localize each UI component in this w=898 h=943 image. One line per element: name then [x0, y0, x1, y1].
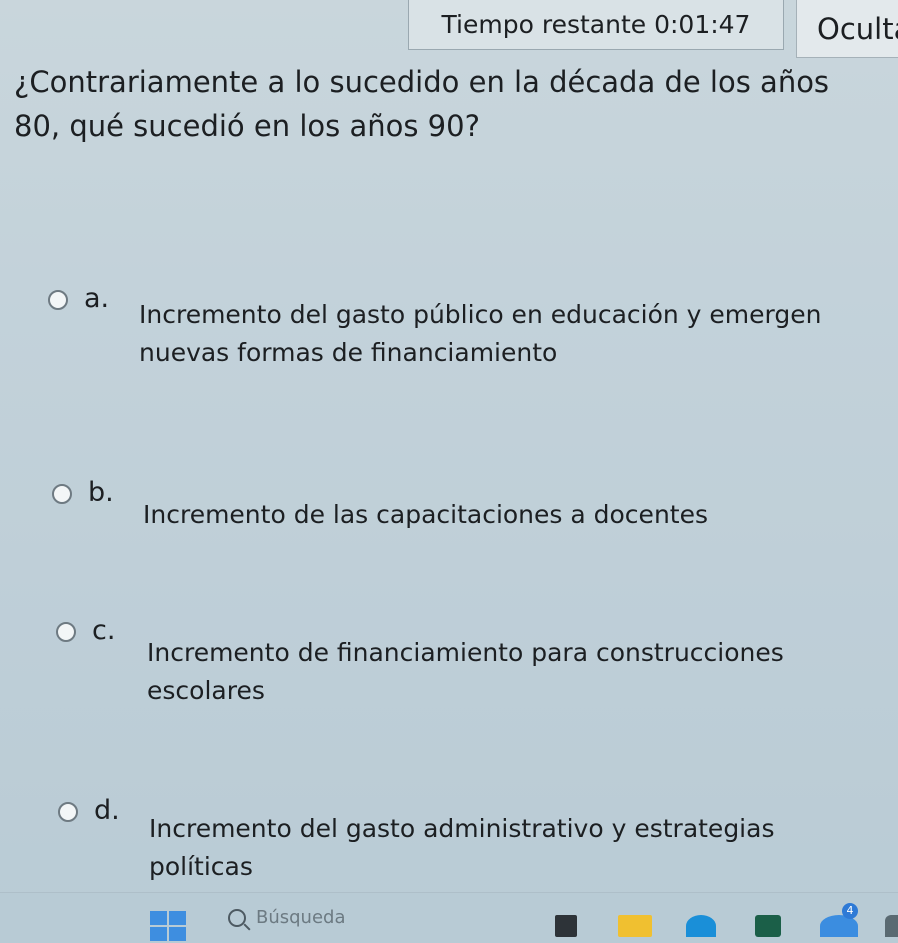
file-explorer-icon[interactable] — [618, 915, 652, 937]
option-letter: b. — [88, 477, 114, 508]
store-icon[interactable] — [755, 915, 781, 937]
windows-start-icon[interactable] — [150, 911, 186, 941]
radio-button[interactable] — [56, 622, 76, 642]
terminal-icon[interactable] — [555, 915, 577, 937]
taskbar: Búsqueda 4 — [0, 892, 898, 943]
timer-value: 0:01:47 — [654, 10, 751, 39]
radio-button[interactable] — [52, 484, 72, 504]
option-text: Incremento de financiamiento para constr… — [147, 638, 784, 705]
option-text: Incremento de las capacitaciones a docen… — [143, 500, 708, 529]
option-d[interactable]: d. Incremento del gasto administrativo y… — [58, 794, 878, 886]
taskbar-search[interactable]: Búsqueda — [228, 907, 346, 928]
option-letter: c. — [92, 615, 116, 646]
question-text: ¿Contrariamente a lo sucedido en la déca… — [14, 65, 830, 143]
option-b[interactable]: b. Incremento de las capacitaciones a do… — [52, 476, 882, 534]
option-c[interactable]: c. Incremento de financiamiento para con… — [56, 614, 876, 710]
hide-timer-button[interactable]: Oculta — [796, 0, 898, 58]
edge-icon[interactable] — [686, 915, 716, 937]
radio-button[interactable] — [58, 802, 78, 822]
option-letter: d. — [94, 795, 120, 826]
timer: Tiempo restante 0:01:47 — [408, 0, 784, 50]
option-text: Incremento del gasto público en educació… — [139, 300, 822, 367]
option-a[interactable]: a. Incremento del gasto público en educa… — [48, 282, 888, 372]
notification-badge: 4 — [842, 903, 858, 919]
radio-button[interactable] — [48, 290, 68, 310]
option-letter: a. — [84, 283, 110, 314]
search-icon — [228, 908, 246, 927]
app-icon[interactable] — [885, 915, 898, 937]
option-text: Incremento del gasto administrativo y es… — [149, 814, 775, 881]
timer-label: Tiempo restante — [441, 10, 647, 39]
search-placeholder: Búsqueda — [256, 907, 346, 928]
